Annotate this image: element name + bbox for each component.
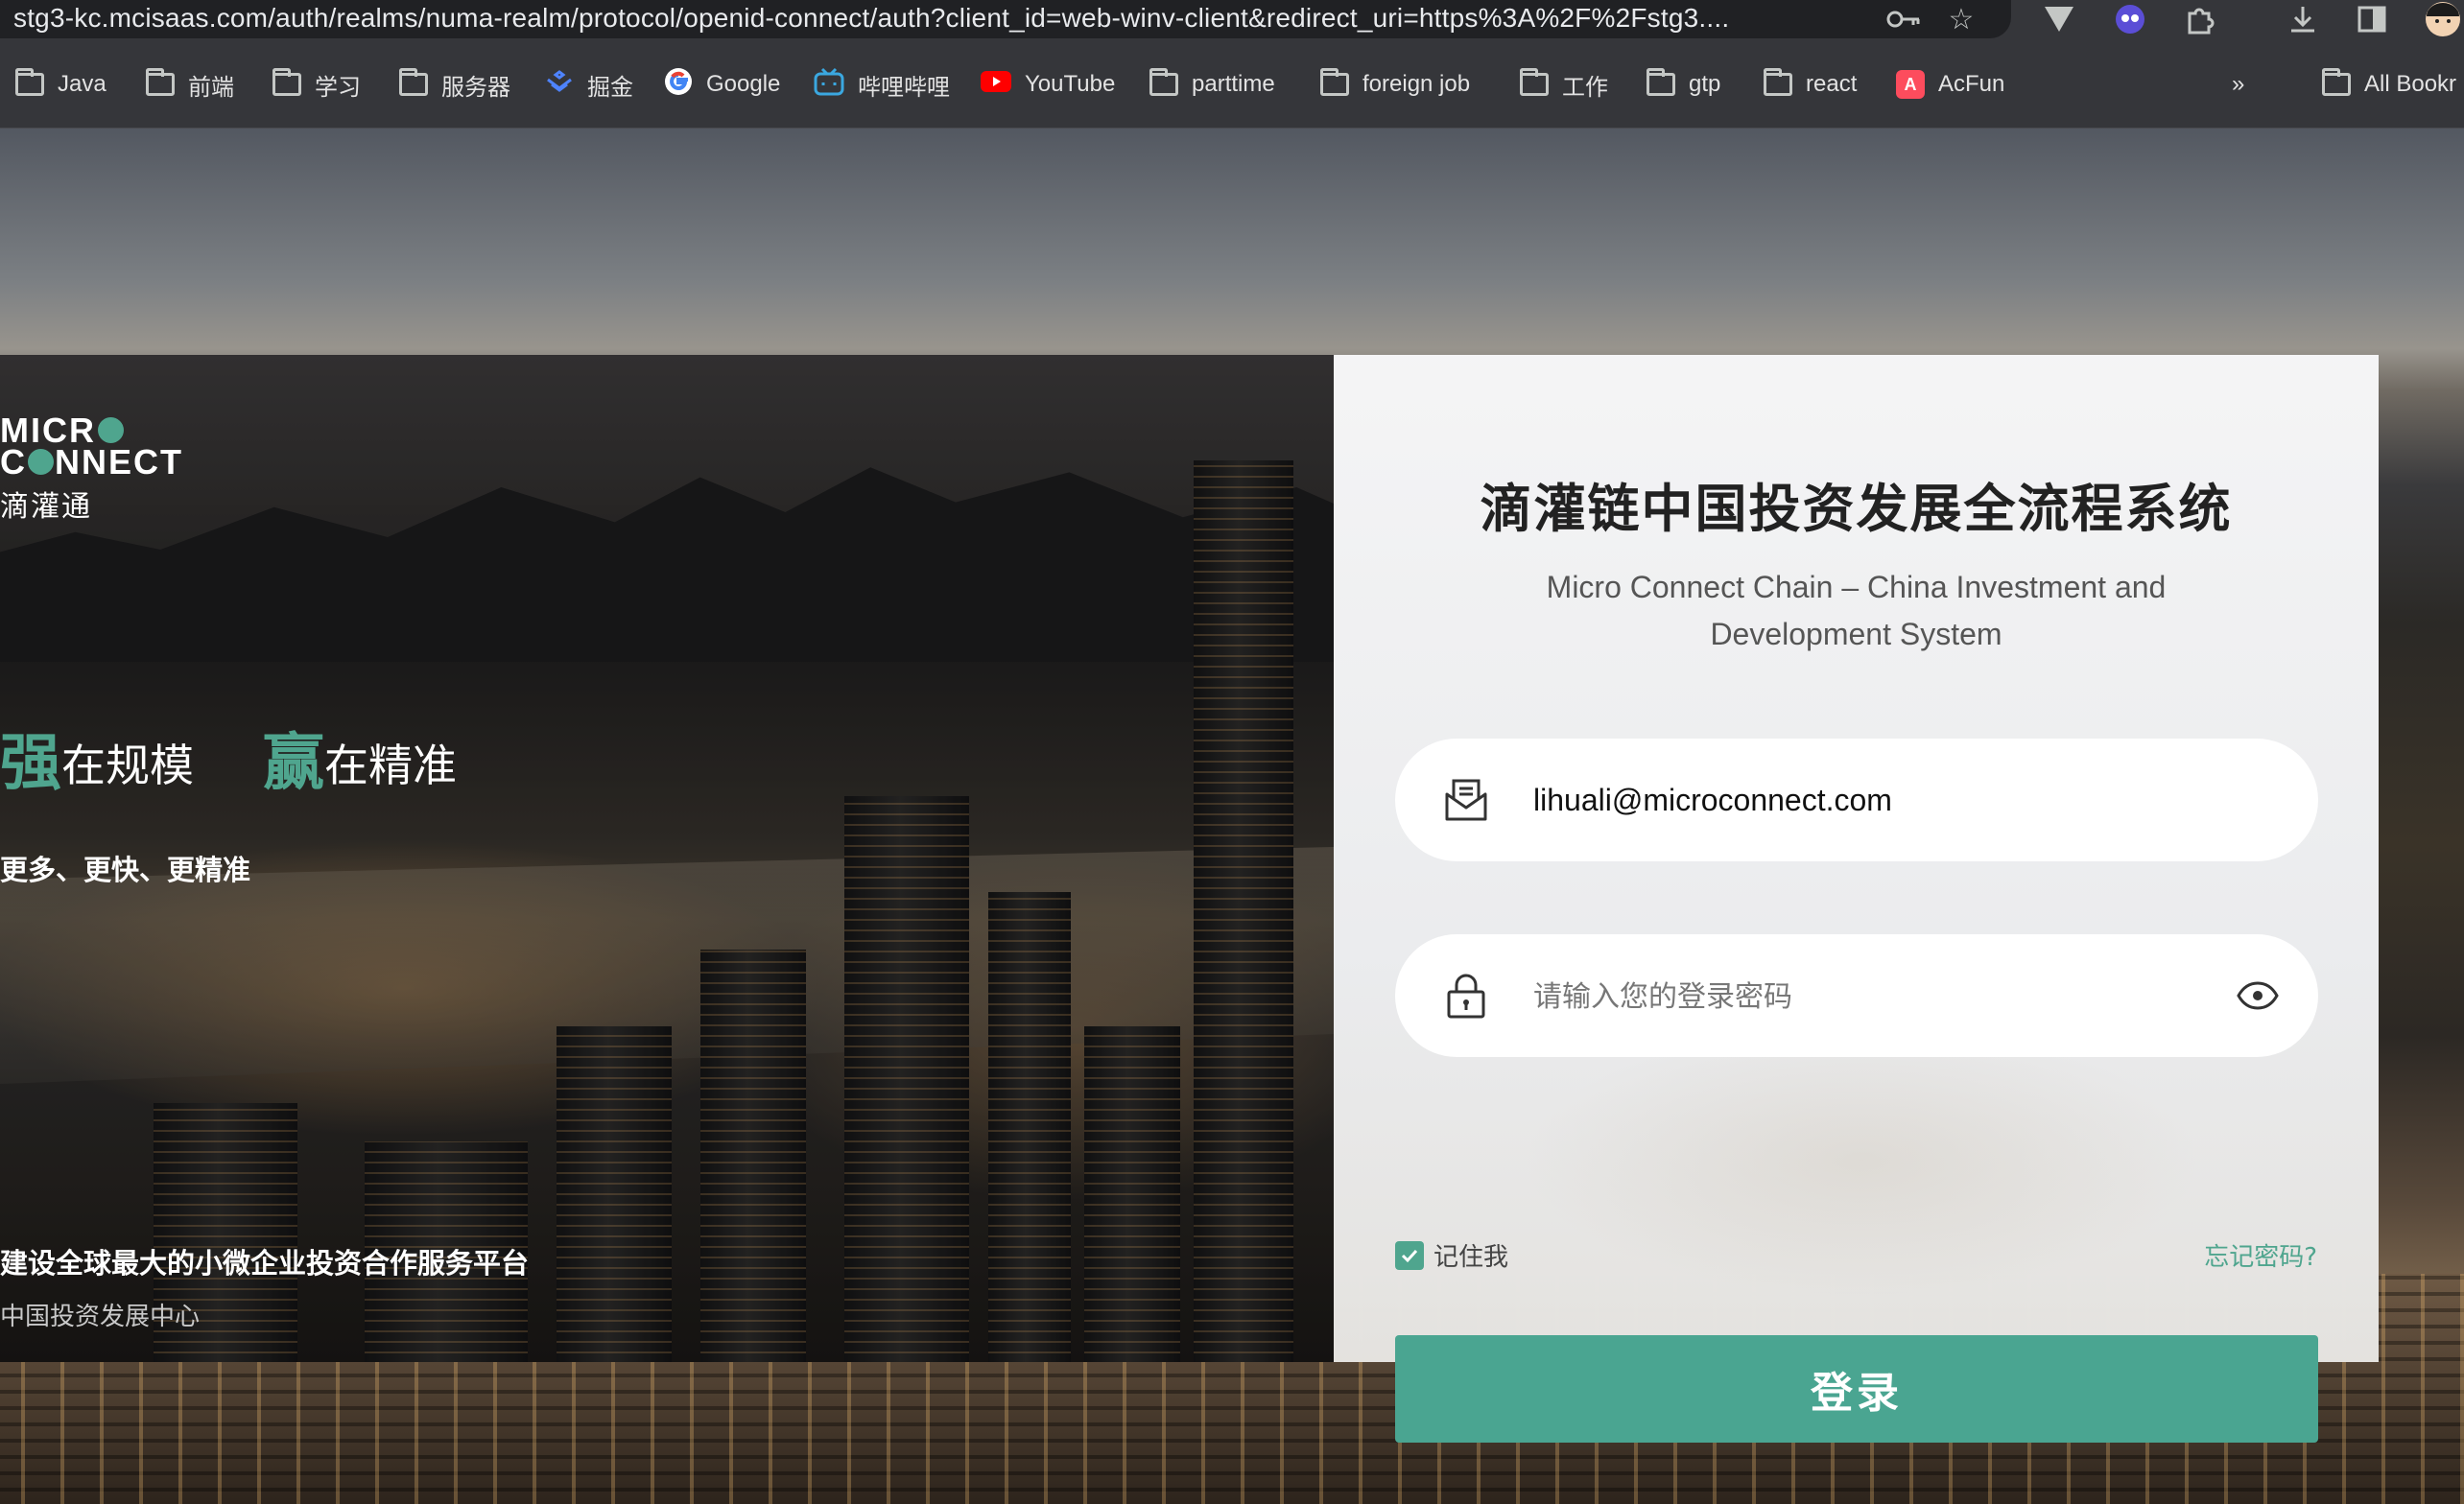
bookmark-label: 前端 xyxy=(188,74,234,101)
hero-mission: 建设全球最大的小微企业投资合作服务平台 xyxy=(0,1247,530,1280)
bookmark-gtp[interactable]: gtp xyxy=(1647,65,1720,104)
login-title: 滴灌链中国投资发展全流程系统 xyxy=(1480,479,2233,539)
bookmark-qianduan[interactable]: 前端 xyxy=(146,65,234,104)
bookmark-label: Java xyxy=(58,71,107,97)
username-input[interactable] xyxy=(1533,771,2224,829)
bookmark-foreign-job[interactable]: foreign job xyxy=(1320,65,1470,104)
bookmark-label: foreign job xyxy=(1362,71,1471,97)
slogan-text: 在精准 xyxy=(324,740,457,791)
bookmark-gongzuo[interactable]: 工作 xyxy=(1520,65,1608,104)
login-page: MICR C NNECT 滴灌通 强 在规模 赢 在精准 更多、更快、更精准 建设… xyxy=(0,129,2464,1504)
folder-icon xyxy=(1520,68,1549,96)
download-icon[interactable] xyxy=(2284,0,2322,38)
browser-toolbar: stg3-kc.mcisaas.com/auth/realms/numa-rea… xyxy=(0,0,2464,38)
url-text[interactable]: stg3-kc.mcisaas.com/auth/realms/numa-rea… xyxy=(13,3,1729,34)
bookmark-bilibili[interactable]: 哔哩哔哩 xyxy=(814,65,950,104)
side-panel-icon[interactable] xyxy=(2353,0,2391,38)
folder-icon xyxy=(1149,68,1178,96)
folder-icon xyxy=(2322,68,2351,96)
hero-panel: MICR C NNECT 滴灌通 强 在规模 赢 在精准 更多、更快、更精准 建设… xyxy=(0,355,1334,1362)
eye-icon[interactable] xyxy=(2236,974,2280,1018)
logo-text-c: C xyxy=(0,442,27,482)
slogan-text: 在规模 xyxy=(61,740,194,791)
logo-dot-icon xyxy=(98,417,124,443)
folder-icon xyxy=(15,68,44,96)
slogan-highlight: 强 xyxy=(0,728,61,799)
profile-avatar-icon[interactable] xyxy=(2424,0,2462,38)
lock-icon xyxy=(1447,974,1485,1019)
bookmark-label: YouTube xyxy=(1025,71,1116,97)
bookmark-label: 服务器 xyxy=(441,74,510,101)
youtube-icon xyxy=(981,70,1011,100)
address-bar[interactable]: stg3-kc.mcisaas.com/auth/realms/numa-rea… xyxy=(0,0,2011,38)
bookmark-xuexi[interactable]: 学习 xyxy=(272,65,361,104)
slogan-highlight: 赢 xyxy=(263,728,324,799)
bookmark-parttime[interactable]: parttime xyxy=(1149,65,1275,104)
folder-icon xyxy=(146,68,175,96)
bilibili-icon xyxy=(814,67,844,103)
password-field[interactable] xyxy=(1395,934,2318,1057)
extensions-puzzle-icon[interactable] xyxy=(2180,0,2218,38)
logo-chinese-name: 滴灌通 xyxy=(0,491,92,523)
bookmark-label: 掘金 xyxy=(587,74,633,101)
all-bookmarks-button[interactable]: All Bookr xyxy=(2322,65,2456,104)
google-icon xyxy=(664,67,693,103)
bookmark-label: parttime xyxy=(1192,71,1275,97)
login-button[interactable]: 登录 xyxy=(1395,1335,2318,1443)
bookmark-label: Google xyxy=(706,71,781,97)
forgot-password-link[interactable]: 忘记密码? xyxy=(2204,1237,2317,1273)
password-input[interactable] xyxy=(1533,967,2224,1024)
folder-icon xyxy=(399,68,428,96)
star-icon[interactable]: ☆ xyxy=(1942,0,1980,38)
folder-icon xyxy=(1764,68,1792,96)
folder-icon xyxy=(272,68,301,96)
bookmark-label: 学习 xyxy=(315,74,361,101)
bookmarks-bar: Java 前端 学习 服务器 掘金 Google 哔哩哔哩 YouTube pa… xyxy=(0,38,2464,129)
bookmarks-overflow-button[interactable]: » xyxy=(2232,65,2244,104)
bookmark-label: gtp xyxy=(1689,71,1721,97)
bookmark-label: 工作 xyxy=(1562,74,1608,101)
login-subtitle: Micro Connect Chain – China Investment a… xyxy=(1546,570,2167,651)
acfun-icon: A xyxy=(1896,70,1925,99)
bookmark-label: All Bookr xyxy=(2364,71,2457,97)
key-icon[interactable] xyxy=(1884,0,1923,38)
bookmark-label: AcFun xyxy=(1938,71,2005,97)
bookmark-react[interactable]: react xyxy=(1764,65,1857,104)
username-field[interactable] xyxy=(1395,739,2318,861)
chevrons-right-icon: » xyxy=(2232,71,2245,97)
envelope-user-icon xyxy=(1445,779,1487,821)
microconnect-logo: MICR C NNECT 滴灌通 xyxy=(0,413,183,525)
remember-me-checkbox[interactable]: 记住我 xyxy=(1395,1237,1508,1273)
bookmark-fuwuqi[interactable]: 服务器 xyxy=(399,65,510,104)
checkbox-checked-icon[interactable] xyxy=(1395,1240,1424,1270)
extension-avatar-icon[interactable] xyxy=(2111,0,2149,38)
bookmark-java[interactable]: Java xyxy=(15,65,107,104)
bookmark-label: 哔哩哔哩 xyxy=(858,74,950,101)
bookmark-acfun[interactable]: A AcFun xyxy=(1896,65,2004,104)
remember-me-label: 记住我 xyxy=(1433,1243,1509,1272)
vuetools-icon[interactable] xyxy=(2040,0,2078,38)
logo-text-nnect: NNECT xyxy=(55,442,183,482)
juejin-icon xyxy=(545,69,574,100)
login-card: 滴灌链中国投资发展全流程系统 Micro Connect Chain – Chi… xyxy=(1334,355,2379,1443)
logo-dot-icon xyxy=(28,449,54,475)
bookmark-label: react xyxy=(1806,71,1858,97)
hero-mission-sub: 中国投资发展中心 xyxy=(0,1303,201,1331)
bookmark-google[interactable]: Google xyxy=(664,65,780,104)
folder-icon xyxy=(1320,68,1349,96)
folder-icon xyxy=(1647,68,1675,96)
bookmark-youtube[interactable]: YouTube xyxy=(981,65,1115,104)
hero-subslogan: 更多、更快、更精准 xyxy=(0,854,251,886)
hero-slogan: 强 在规模 赢 在精准 xyxy=(0,731,457,794)
bookmark-juejin[interactable]: 掘金 xyxy=(545,65,633,104)
